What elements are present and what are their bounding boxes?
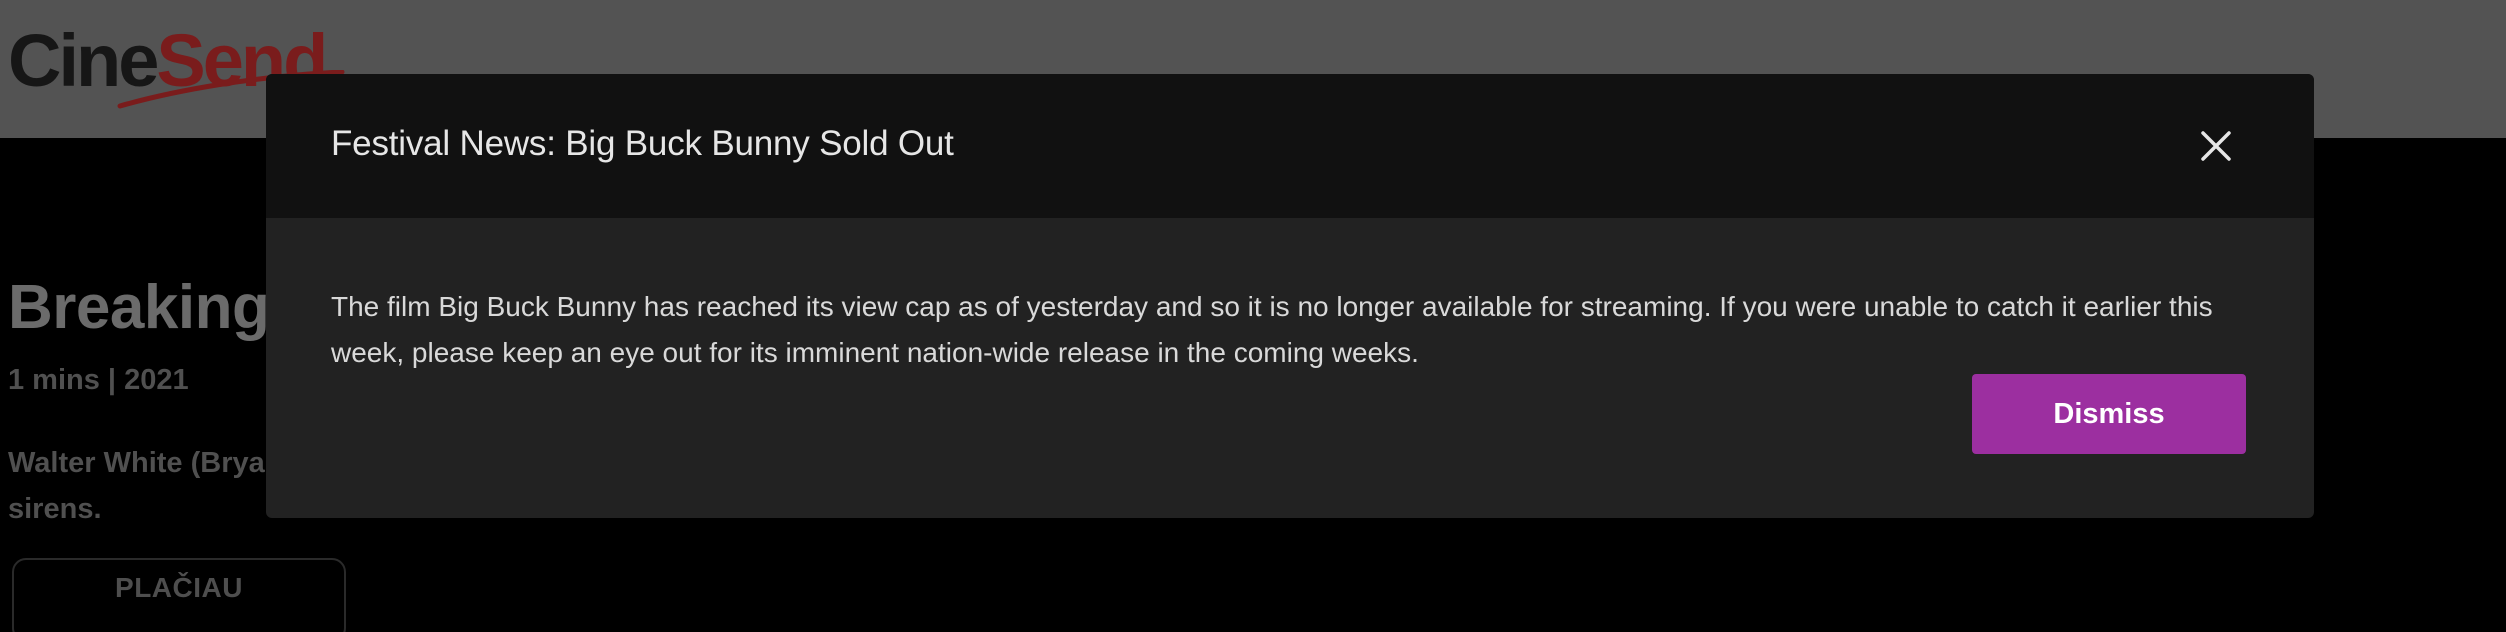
modal-header: Festival News: Big Buck Bunny Sold Out	[266, 74, 2314, 218]
close-button[interactable]	[2194, 124, 2238, 168]
modal-message: The film Big Buck Bunny has reached its …	[331, 291, 2213, 368]
announcement-modal: Festival News: Big Buck Bunny Sold Out T…	[266, 74, 2314, 518]
close-icon	[2201, 131, 2231, 161]
play-button[interactable]: PLAČIAU	[12, 558, 346, 632]
page: Cine Send Breaking 1 mins | 2021 Walter W…	[0, 0, 2506, 632]
dismiss-button[interactable]: Dismiss	[1972, 374, 2246, 454]
film-meta: 1 mins | 2021	[8, 364, 189, 396]
modal-title: Festival News: Big Buck Bunny Sold Out	[331, 124, 954, 163]
film-title: Breaking	[8, 273, 270, 342]
